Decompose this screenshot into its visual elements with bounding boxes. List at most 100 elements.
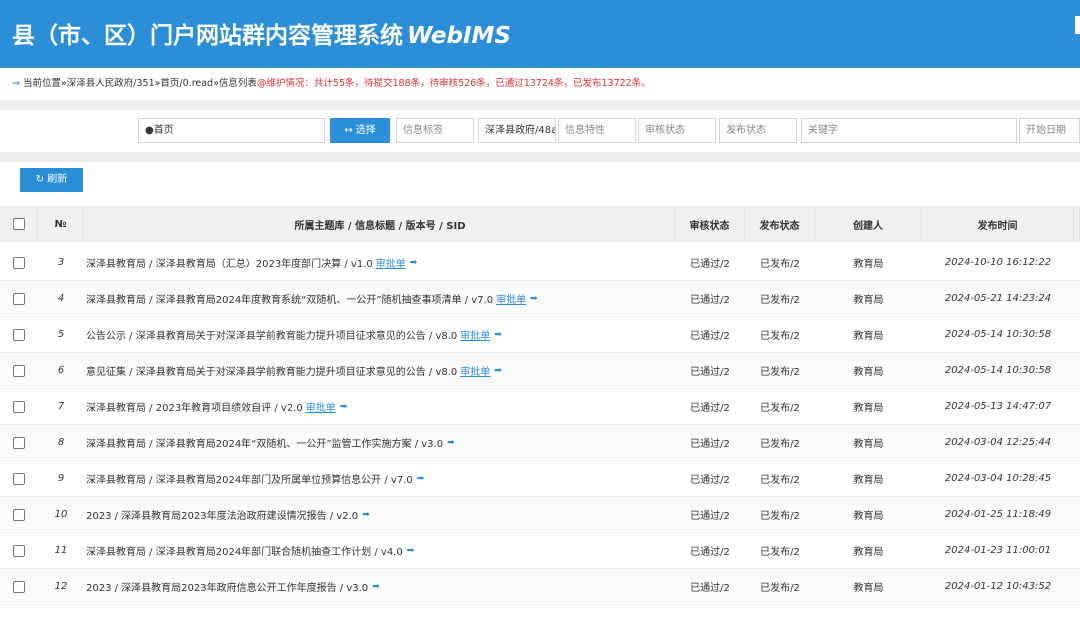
table-row: 11 深泽县教育局 / 深泽县教育局2024年部门联合随机抽查工作计划 / v4… [0,533,1080,569]
row-publish: 已发布/2 [760,367,800,378]
table-row: 5 公告公示 / 深泽县教育局关于对深泽县学前教育能力提升项目征求意见的公告 /… [0,317,1080,353]
row-creator: 教育局 [853,367,884,378]
row-checkbox[interactable] [13,580,25,593]
row-no: 3 [57,257,65,268]
row-audit: 已通过/2 [690,403,730,414]
row-checkbox[interactable] [13,328,25,341]
keyword-input[interactable]: 关键字 [801,118,1017,143]
row-title-cell: 2023 / 深泽县教育局2023年政府信息公开工作年度报告 / v3.0 ➡ [84,569,675,604]
go-arrow-icon[interactable]: ➡ [494,366,502,376]
breadcrumb: ⇒ 当前位置»深泽县人民政府/351»首页/0.read»信息列表@维护情况：共计… [0,68,1080,100]
go-arrow-icon[interactable]: ➡ [407,546,415,556]
row-title-cell: 深泽县教育局 / 深泽县教育局2024年部门联合随机抽查工作计划 / v4.0 ➡ [84,533,675,568]
info-tag-input[interactable]: 信息标签 [396,118,474,143]
row-title[interactable]: 意见征集 / 深泽县教育局关于对深泽县学前教育能力提升项目征求意见的公告 / v… [86,363,457,378]
audit-status-select[interactable]: 审核状态 [638,118,716,143]
row-title[interactable]: 深泽县教育局 / 2023年教育项目绩效自评 / v2.0 [86,399,303,414]
row-title-cell: 深泽县教育局 / 深泽县教育局2024年“双随机、一公开”监管工作实施方案 / … [84,425,675,460]
table-row: 10 2023 / 深泽县教育局2023年度法治政府建设情况报告 / v2.0 ➡… [0,497,1080,533]
row-checkbox[interactable] [13,292,25,305]
select-button[interactable]: ↔ 选择 [330,118,390,143]
info-feature-select[interactable]: 信息特性 [558,118,636,143]
go-arrow-icon[interactable]: ➡ [372,582,380,592]
table-row: 7 深泽县教育局 / 2023年教育项目绩效自评 / v2.0 审批单 ➡ 已通过/… [0,389,1080,425]
go-arrow-icon[interactable]: ➡ [494,330,502,340]
row-checkbox[interactable] [13,544,25,557]
row-title-cell: 2023 / 深泽县教育局2023年度法治政府建设情况报告 / v2.0 ➡ [84,497,675,532]
row-no: 8 [57,437,65,448]
row-title[interactable]: 2023 / 深泽县教育局2023年政府信息公开工作年度报告 / v3.0 [86,579,368,594]
app-title-text: 县（市、区）门户网站群内容管理系统 [12,23,403,49]
row-title[interactable]: 2023 / 深泽县教育局2023年度法治政府建设情况报告 / v2.0 [86,507,358,522]
row-no: 12 [54,581,68,592]
row-checkbox[interactable] [13,436,25,449]
start-date-input[interactable]: 开始日期 [1019,118,1080,143]
maintenance-stats: @维护情况：共计55条，待提交188条，待审核526条，已通过13724条，已发… [256,78,651,89]
select-all-cell [0,206,38,242]
approval-link[interactable]: 审批单 [460,327,490,342]
app-header: 县（市、区）门户网站群内容管理系统 WebIMS [0,0,1080,68]
column-selector-field[interactable]: ●首页 [138,118,325,143]
go-arrow-icon[interactable]: ➡ [410,258,418,268]
go-arrow-icon[interactable]: ➡ [362,510,370,520]
breadcrumb-path[interactable]: 当前位置»深泽县人民政府/351»首页/0.read»信息列表 [23,78,257,89]
header-corner-icon[interactable] [1075,16,1080,34]
go-arrow-icon[interactable]: ➡ [417,474,425,484]
row-checkbox-cell [0,533,38,568]
row-checkbox-cell [0,245,38,280]
go-arrow-icon[interactable]: ➡ [340,402,348,412]
row-time: 2024-05-21 14:23:24 [944,293,1052,304]
row-checkbox-cell [0,425,38,460]
row-publish: 已发布/2 [760,583,800,594]
row-checkbox[interactable] [13,364,25,377]
row-audit: 已通过/2 [690,295,730,306]
row-title[interactable]: 深泽县教育局 / 深泽县教育局2024年度教育系统“双随机、一公开”随机抽查事项… [86,291,493,306]
go-arrow-icon[interactable]: ➡ [447,438,455,448]
row-creator: 教育局 [853,403,884,414]
approval-link[interactable]: 审批单 [306,399,336,414]
header-publish: 发布状态 [745,206,815,242]
row-title[interactable]: 深泽县教育局 / 深泽县教育局2024年部门联合随机抽查工作计划 / v4.0 [86,543,403,558]
row-title[interactable]: 深泽县教育局 / 深泽县教育局2024年部门及所属单位预算信息公开 / v7.0 [86,471,413,486]
row-time: 2024-10-10 16:12:22 [944,257,1052,268]
department-select[interactable]: 深泽县政府/48a [478,118,556,143]
row-time: 2024-03-04 10:28:45 [944,473,1052,484]
table-row: 12 2023 / 深泽县教育局2023年政府信息公开工作年度报告 / v3.0… [0,569,1080,605]
row-checkbox[interactable] [13,508,25,521]
table-header: № 所属主题库 / 信息标题 / 版本号 / SID 审核状态 发布状态 创建人… [0,206,1080,242]
row-title-cell: 深泽县教育局 / 深泽县教育局2024年部门及所属单位预算信息公开 / v7.0… [84,461,675,496]
row-time: 2024-03-04 12:25:44 [944,437,1052,448]
row-creator: 教育局 [853,511,884,522]
row-time: 2024-05-14 10:30:58 [944,365,1052,376]
row-no: 9 [57,473,65,484]
select-all-checkbox[interactable] [12,218,25,230]
row-no: 11 [54,545,68,556]
row-checkbox[interactable] [13,472,25,485]
row-publish: 已发布/2 [760,295,800,306]
row-checkbox[interactable] [13,256,25,269]
row-checkbox-cell [0,317,38,352]
row-title-cell: 深泽县教育局 / 深泽县教育局2024年度教育系统“双随机、一公开”随机抽查事项… [84,281,675,316]
table-row: 6 意见征集 / 深泽县教育局关于对深泽县学前教育能力提升项目征求意见的公告 /… [0,353,1080,389]
row-publish: 已发布/2 [760,331,800,342]
app-title: 县（市、区）门户网站群内容管理系统 WebIMS [12,16,511,50]
approval-link[interactable]: 审批单 [460,363,490,378]
refresh-button[interactable]: ↻ 刷新 [20,168,83,192]
go-arrow-icon[interactable]: ➡ [530,294,538,304]
row-creator: 教育局 [853,547,884,558]
publish-status-select[interactable]: 发布状态 [719,118,797,143]
header-creator: 创建人 [815,206,922,242]
app-brand: WebIMS [407,23,511,49]
row-publish: 已发布/2 [760,259,800,270]
approval-link[interactable]: 审批单 [496,291,526,306]
approval-link[interactable]: 审批单 [376,255,406,270]
header-no: № [38,206,84,242]
row-title[interactable]: 深泽县教育局 / 深泽县教育局2024年“双随机、一公开”监管工作实施方案 / … [86,435,443,450]
row-title-cell: 深泽县教育局 / 2023年教育项目绩效自评 / v2.0 审批单 ➡ [84,389,675,424]
row-audit: 已通过/2 [690,259,730,270]
row-checkbox[interactable] [13,400,25,413]
row-title[interactable]: 公告公示 / 深泽县教育局关于对深泽县学前教育能力提升项目征求意见的公告 / v… [86,327,457,342]
divider [0,100,1080,110]
row-creator: 教育局 [853,295,884,306]
row-title[interactable]: 深泽县教育局 / 深泽县教育局（汇总）2023年度部门决算 / v1.0 [86,255,373,270]
